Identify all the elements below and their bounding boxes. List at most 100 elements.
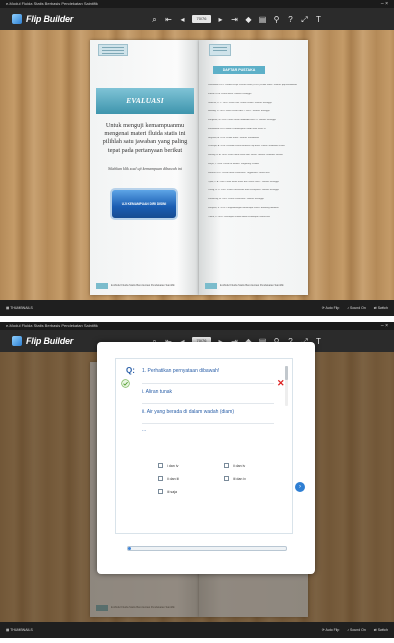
app-name: Flip Builder	[26, 336, 74, 346]
first-page-icon[interactable]: ⇤	[164, 15, 173, 24]
evaluation-instructions: Untuk menguji kemampuanmu mengenai mater…	[102, 122, 188, 154]
option-label: i dan iv	[167, 463, 179, 468]
toolbar: Flip Builder ⌕ ⇤ ◂ 70/76 ▸ ⇥ ◆ ▤ ⚲ ? ⤢ T	[0, 8, 394, 30]
footer-bar	[205, 283, 217, 289]
text-icon[interactable]: T	[314, 15, 323, 24]
book-right-page[interactable]: DAFTAR PUSTAKA Darmawati 2021. Lembar Ke…	[199, 40, 308, 295]
next-page-icon[interactable]: ▸	[216, 15, 225, 24]
bottom-controls: ⟳ Auto Flip ♪ Sound On ⇄ Switch	[322, 622, 388, 638]
thumbnails-label: THUMBNAILS	[10, 306, 33, 310]
quiz-progress-bar	[127, 546, 287, 551]
bottom-controls: ⟳ Auto Flip ♪ Sound On ⇄ Switch	[322, 300, 388, 316]
reference-item: Kemdikbud 2020. Modul Pembelajaran SMA F…	[208, 127, 266, 130]
scrollbar-thumb[interactable]	[285, 366, 288, 380]
reference-item: Sutarno 2017. Fisika untuk Universitas. …	[208, 171, 270, 174]
auto-flip-label: Auto Flip	[325, 306, 340, 310]
question-label: Q:	[126, 366, 135, 375]
window-title: e-Modul Fluida Statis Berbasis Pendekata…	[6, 1, 98, 6]
reference-item: Zemansky, M. 2001. Fisika Universitas. J…	[208, 198, 264, 201]
thumbnails-button[interactable]: ▦ THUMBNAILS	[6, 300, 33, 316]
footer-text: E-Modul Fluida Statis Berorientasi Pende…	[220, 284, 284, 287]
bibliography-heading: DAFTAR PUSTAKA	[213, 66, 265, 74]
reference-item: Serway, R. A. 2009. Fisika untuk Sains d…	[208, 154, 283, 157]
evaluation-banner: EVALUASI PEMBELAJARAN	[96, 88, 194, 131]
quiz-dialog: ✕ Q: 1. Perhatikan pernyataan dibawah! i…	[97, 342, 315, 574]
bibliography-list: Darmawati 2021. Lembar Kerja Peserta Did…	[208, 84, 300, 225]
sound-label: Sound On	[350, 628, 366, 632]
page-footer: E-Modul Fluida Statis Berorientasi Pende…	[96, 283, 192, 289]
toolbar-buttons: ⌕ ⇤ ◂ 70/76 ▸ ⇥ ◆ ▤ ⚲ ? ⤢ T	[150, 13, 323, 25]
flip-builder-logo-icon	[12, 14, 22, 24]
thumbnails-button[interactable]: ▦ THUMBNAILS	[6, 622, 33, 638]
question-scrollbar[interactable]	[285, 366, 288, 406]
page-footer: E-Modul Fluida Statis Berorientasi Pende…	[96, 605, 192, 611]
flip-builder-logo-icon	[12, 336, 22, 346]
window-controls[interactable]: – ×	[381, 322, 388, 330]
search-icon[interactable]: ⚲	[272, 15, 281, 24]
reference-item: Halliday, D. 2010. Fisika Dasar Edisi 7 …	[208, 110, 270, 113]
checkbox[interactable]	[158, 476, 163, 481]
flipbook-window-book-view: e-Modul Fluida Statis Berbasis Pendekata…	[0, 0, 394, 316]
reference-item: Young, H. D. 2002. Fisika Universitas Ed…	[208, 189, 279, 192]
option-label: ii dan iv	[233, 463, 246, 468]
answer-option-b[interactable]: ii dan iii	[158, 476, 179, 481]
statement-2: ii. Air yang berada di dalam wadah (diam…	[142, 409, 234, 415]
window-controls[interactable]: – ×	[381, 0, 388, 8]
bottom-bar: ▦ THUMBNAILS ⟳ Auto Flip ♪ Sound On ⇄ Sw…	[0, 622, 394, 638]
reference-item: Nugroho, A. 2019. Fluida Statis. Jakarta…	[208, 136, 259, 139]
help-icon[interactable]: ?	[286, 15, 295, 24]
page-number-input[interactable]: 70/76	[192, 15, 211, 23]
last-page-icon[interactable]: ⇥	[230, 15, 239, 24]
share-icon[interactable]: ◆	[244, 15, 253, 24]
reference-item: Surya, Y. 2009. Fisika Itu Mudah. Tanger…	[208, 163, 259, 166]
answer-option-e[interactable]: iii dan iv	[224, 476, 246, 481]
reference-item: Fitriani 2016. Fisika dasar. Jakarta: Er…	[208, 92, 252, 95]
switch-label: Switch	[377, 628, 388, 632]
option-label: ii dan iii	[167, 476, 179, 481]
thumbnails-label: THUMBNAILS	[10, 628, 33, 632]
footer-bar	[96, 605, 108, 611]
statement-3: ...	[142, 427, 147, 433]
page-header-tab	[209, 44, 231, 56]
book-left-page[interactable]: EVALUASI PEMBELAJARAN Untuk menguji kema…	[90, 40, 199, 295]
answer-option-c[interactable]: iii saja	[158, 489, 177, 494]
next-question-button[interactable]: ›	[295, 482, 305, 492]
fullscreen-icon[interactable]: ⤢	[300, 15, 309, 24]
checkbox[interactable]	[158, 463, 163, 468]
quiz-panel: ✕ Q: 1. Perhatikan pernyataan dibawah! i…	[115, 358, 293, 534]
text-icon[interactable]: T	[314, 337, 323, 346]
start-quiz-button[interactable]: UJI KEMAMPUAN DIRI DISINI	[110, 188, 178, 220]
app-name: Flip Builder	[26, 14, 74, 24]
print-icon[interactable]: ▤	[258, 15, 267, 24]
evaluation-note: Silahkan klik soal uji kemampuan dibawah…	[108, 166, 182, 171]
checkbox[interactable]	[224, 463, 229, 468]
reference-item: Darmawati 2021. Lembar Kerja Peserta Did…	[208, 84, 297, 86]
checkbox[interactable]	[224, 476, 229, 481]
statement-1: i. Aliran tunak	[142, 389, 173, 395]
switch-button[interactable]: ⇄ Switch	[374, 300, 388, 316]
page-header-tab	[98, 44, 128, 56]
switch-button[interactable]: ⇄ Switch	[374, 622, 388, 638]
page-footer: E-Modul Fluida Statis Berorientasi Pende…	[205, 283, 301, 289]
previous-page-icon[interactable]: ◂	[178, 15, 187, 24]
brand: Flip Builder	[12, 12, 73, 26]
reference-item: Tipler, P. A. 1998. Fisika untuk Sains d…	[208, 180, 279, 183]
reference-item: Wahyuni, S. 2019. Pengembangan Bahan Aja…	[208, 206, 279, 209]
option-label: iii saja	[167, 489, 177, 494]
auto-flip-button[interactable]: ⟳ Auto Flip	[322, 622, 340, 638]
zoom-icon[interactable]: ⌕	[150, 15, 159, 24]
auto-flip-button[interactable]: ⟳ Auto Flip	[322, 300, 340, 316]
flipbook-window-quiz-view: e-Modul Fluida Statis Berbasis Pendekata…	[0, 322, 394, 638]
sound-button[interactable]: ♪ Sound On	[347, 300, 366, 316]
answer-option-d[interactable]: ii dan iv	[224, 463, 245, 468]
sound-button[interactable]: ♪ Sound On	[347, 622, 366, 638]
window-titlebar: e-Modul Fluida Statis Berbasis Pendekata…	[0, 0, 394, 8]
bottom-bar: ▦ THUMBNAILS ⟳ Auto Flip ♪ Sound On ⇄ Sw…	[0, 300, 394, 316]
checkbox[interactable]	[158, 489, 163, 494]
auto-flip-label: Auto Flip	[325, 628, 340, 632]
answer-option-a[interactable]: i dan iv	[158, 463, 178, 468]
correct-answer-icon	[121, 379, 130, 388]
flipbook[interactable]: EVALUASI PEMBELAJARAN Untuk menguji kema…	[90, 40, 308, 295]
option-label: iii dan iv	[233, 476, 246, 481]
window-titlebar: e-Modul Fluida Statis Berbasis Pendekata…	[0, 322, 394, 330]
